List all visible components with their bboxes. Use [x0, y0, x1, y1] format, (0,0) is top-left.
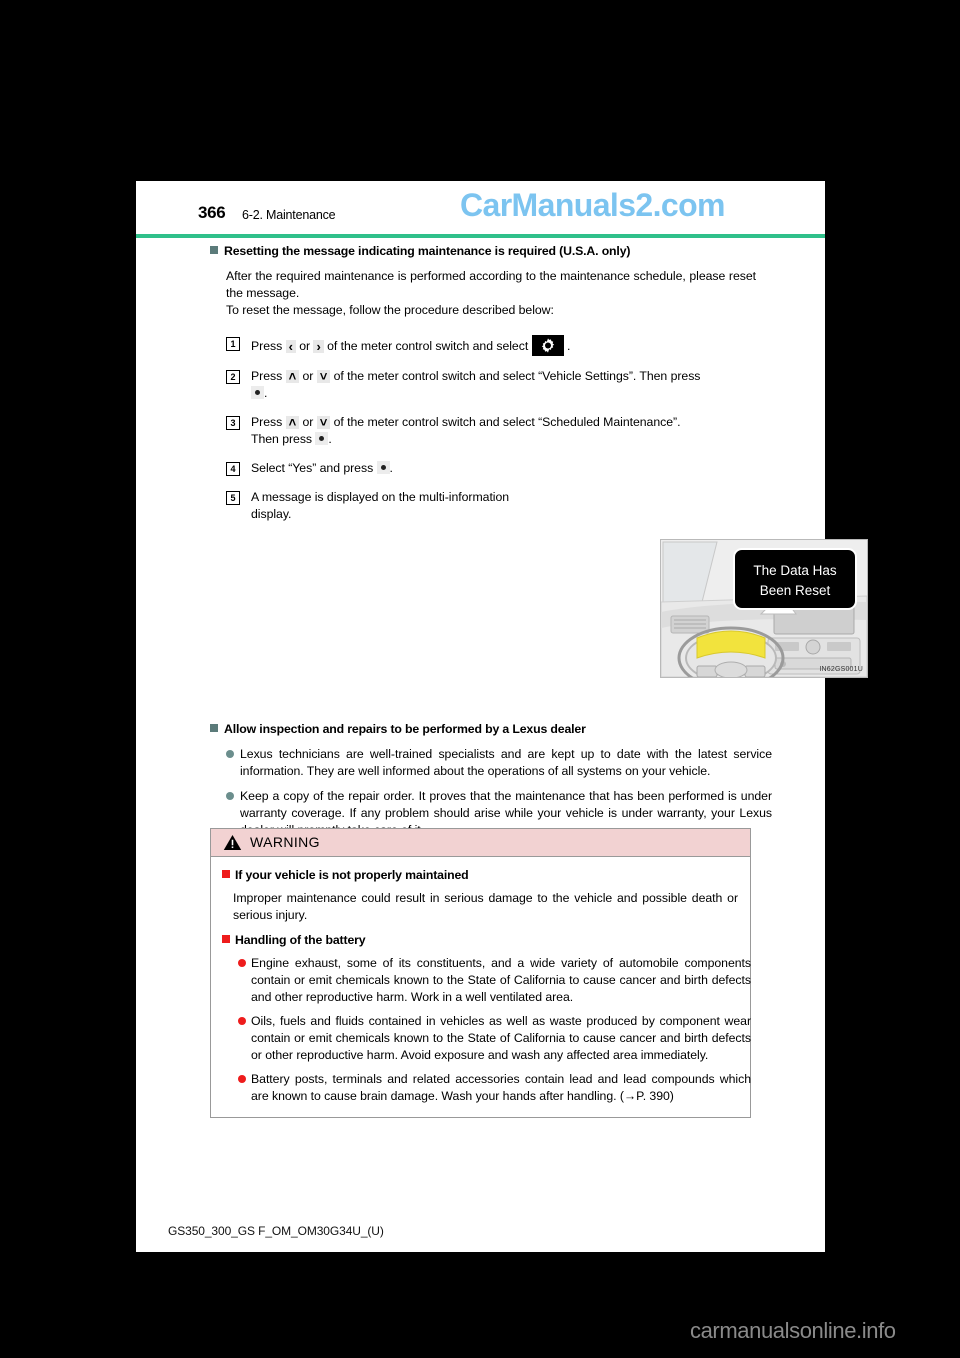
step-item: 2 Press ˄ or ˅ of the meter control swit…	[226, 368, 786, 402]
right-arrow-key-icon: ›	[313, 339, 324, 353]
enter-dot-button-icon	[251, 385, 264, 399]
warning-bullet-text: Battery posts, terminals and related acc…	[251, 1071, 751, 1103]
step-text-c: .	[389, 460, 393, 475]
step-item: 3 Press ˄ or ˅ of the meter control swit…	[226, 414, 786, 448]
step-text-a: A message is displayed on the multi-info…	[251, 489, 510, 521]
warning-marker-icon	[222, 934, 230, 943]
warning-bullet-text: Oils, fuels and fluids contained in vehi…	[251, 1013, 751, 1062]
step-item: 1 Press ‹ or › of the meter control swit…	[226, 334, 786, 356]
step-text-a: Select “Yes” and press	[251, 460, 374, 475]
step-text-b2: Then press	[251, 431, 313, 446]
manual-page: 366 6-2. Maintenance CarManuals2.com Res…	[136, 181, 868, 1252]
up-arrow-key-icon: ˄	[285, 415, 300, 429]
step-number: 3	[226, 415, 240, 430]
dealer-bullet: Lexus technicians are well-trained speci…	[226, 746, 772, 780]
header-rule	[136, 234, 825, 238]
step-item: 5 A message is displayed on the multi-in…	[226, 489, 536, 523]
warning-bullet: Oils, fuels and fluids contained in vehi…	[238, 1013, 751, 1064]
warning-subheading: If your vehicle is not properly maintain…	[222, 867, 739, 884]
watermark-bottom: carmanualsonline.info	[690, 1318, 896, 1343]
step-item: 4 Select “Yes” and press .	[226, 460, 786, 477]
section-marker-icon	[210, 246, 218, 254]
page-content: Resetting the message indicating mainten…	[136, 243, 868, 1118]
callout-line-2: Been Reset	[759, 582, 831, 598]
dealer-bullet-text: Lexus technicians are well-trained speci…	[240, 746, 772, 778]
enter-dot-button-icon	[376, 460, 390, 474]
step-number: 4	[226, 461, 240, 476]
step-text-c: .	[566, 338, 571, 353]
bullet-icon	[238, 1016, 246, 1025]
step-text-a: Press	[251, 414, 283, 429]
reset-heading-text: Resetting the message indicating mainten…	[224, 244, 631, 258]
left-arrow-key-icon: ‹	[285, 339, 296, 353]
reset-steps-list: 1 Press ‹ or › of the meter control swit…	[136, 334, 825, 523]
section-title: 6-2. Maintenance	[242, 208, 336, 222]
bullet-icon	[238, 958, 246, 967]
bullet-icon	[226, 749, 234, 758]
warning-bullet: Engine exhaust, some of its constituents…	[238, 955, 751, 1006]
reset-intro-2: To reset the message, follow the procedu…	[226, 302, 554, 317]
step-text-c: .	[264, 385, 268, 400]
dealer-heading-text: Allow inspection and repairs to be perfo…	[224, 721, 586, 736]
bullet-icon	[226, 791, 234, 800]
warning-triangle-icon	[223, 834, 242, 851]
enter-dot-button-icon	[315, 431, 329, 445]
figure-code: IN62GS001U	[819, 666, 863, 674]
warning-header: WARNING	[211, 829, 750, 857]
step-number: 2	[226, 369, 240, 384]
gear-icon	[531, 334, 564, 356]
step-text-a: Press	[251, 368, 283, 383]
watermark-top: CarManuals2.com	[460, 187, 725, 223]
page-number: 366	[198, 203, 226, 222]
warning-subheading: Handling of the battery	[222, 932, 739, 949]
warning-body: If your vehicle is not properly maintain…	[211, 857, 751, 1117]
step-number: 1	[226, 336, 240, 351]
down-arrow-key-icon: ˅	[316, 415, 331, 429]
warning-box: WARNING If your vehicle is not properly …	[210, 828, 751, 1118]
reset-intro-1: After the required maintenance is perfor…	[226, 268, 756, 300]
warning-title: WARNING	[250, 833, 320, 850]
display-message-callout: The Data Has Been Reset	[733, 548, 857, 610]
down-arrow-key-icon: ˅	[316, 369, 331, 383]
warning-subheading-text: Handling of the battery	[235, 932, 366, 947]
warning-paragraph: Improper maintenance could result in ser…	[233, 890, 738, 922]
warning-subheading-text: If your vehicle is not properly maintain…	[235, 868, 469, 882]
step-number: 5	[226, 490, 240, 505]
up-arrow-key-icon: ˄	[285, 369, 300, 383]
step-text-b: of the meter control switch and select “…	[333, 368, 701, 383]
step-or: or	[299, 338, 311, 353]
dealer-section-heading: Allow inspection and repairs to be perfo…	[210, 721, 825, 738]
warning-marker-icon	[222, 870, 230, 878]
warning-bullet: Battery posts, terminals and related acc…	[238, 1071, 751, 1105]
warning-bullet-text: Engine exhaust, some of its constituents…	[251, 955, 751, 1004]
page-header: 366 6-2. Maintenance CarManuals2.com	[136, 181, 825, 243]
step-text-a: Press	[251, 338, 283, 353]
step-or: or	[302, 414, 314, 429]
step-text-c: .	[328, 431, 332, 446]
multi-information-display-figure: The Data Has Been Reset IN62GS001U	[660, 539, 868, 678]
footer-document-code: GS350_300_GS F_OM_OM30G34U_(U)	[168, 1224, 384, 1238]
reset-section-heading: Resetting the message indicating mainten…	[210, 243, 825, 260]
step-text-b: of the meter control switch and select	[327, 338, 529, 353]
bullet-icon	[238, 1074, 246, 1083]
step-or: or	[302, 368, 314, 383]
callout-line-1: The Data Has	[753, 563, 837, 578]
step-text-b: of the meter control switch and select “…	[333, 414, 681, 429]
section-marker-icon	[210, 723, 218, 732]
